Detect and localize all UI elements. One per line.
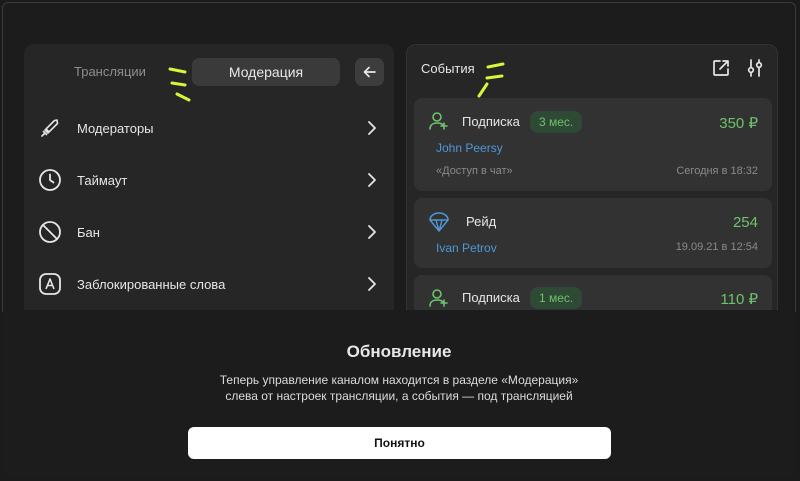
event-amount: 110 ₽ xyxy=(720,291,758,308)
dialog-title: Обновление xyxy=(346,342,452,361)
menu-item-blocked-words[interactable]: Заблокированные слова xyxy=(24,258,394,310)
update-dialog: Обновление Теперь управление каналом нах… xyxy=(2,312,796,477)
menu-item-label: Заблокированные слова xyxy=(77,276,226,292)
event-time: 19.09.21 в 12:54 xyxy=(675,241,758,253)
chevron-right-icon xyxy=(368,225,376,239)
subscription-months-badge: 1 мес. xyxy=(530,287,583,309)
event-time: Сегодня в 18:32 xyxy=(676,165,758,177)
dialog-message: Теперь управление каналом находится в ра… xyxy=(2,372,796,404)
panel-tabs: Трансляции Модерация xyxy=(24,44,394,100)
events-title: События xyxy=(421,61,475,76)
clock-icon xyxy=(39,169,61,191)
event-type: Подписка xyxy=(462,114,520,129)
event-user-link[interactable]: Ivan Petrov xyxy=(436,241,497,255)
menu-item-moderators[interactable]: Модераторы xyxy=(24,102,394,154)
user-plus-icon xyxy=(429,112,448,130)
parachute-icon xyxy=(429,212,449,232)
events-panel: События Подписка 3 мес. 350 ₽ John Peers… xyxy=(406,44,778,310)
user-plus-icon xyxy=(429,289,448,307)
letter-a-box-icon xyxy=(39,273,61,295)
highlight-strokes-moderation xyxy=(168,67,191,102)
tab-moderation[interactable]: Модерация xyxy=(192,58,340,86)
menu-item-label: Модераторы xyxy=(77,120,154,136)
sliders-icon[interactable] xyxy=(745,58,765,78)
ban-icon xyxy=(39,221,61,243)
event-card[interactable]: Подписка 3 мес. 350 ₽ John Peersy «Досту… xyxy=(414,98,772,191)
event-amount: 350 ₽ xyxy=(719,115,758,132)
got-it-button[interactable]: Понятно xyxy=(188,427,611,459)
menu-item-label: Бан xyxy=(77,224,100,240)
sword-icon xyxy=(41,119,59,137)
external-link-icon[interactable] xyxy=(711,58,731,78)
event-note: «Доступ в чат» xyxy=(436,165,513,177)
dialog-message-line: Теперь управление каналом находится в ра… xyxy=(219,373,579,387)
chevron-right-icon xyxy=(368,121,376,135)
menu-item-timeout[interactable]: Таймаут xyxy=(24,154,394,206)
event-type: Подписка xyxy=(462,290,520,305)
dialog-message-line: слева от настроек трансляции, а события … xyxy=(225,389,573,403)
event-type: Рейд xyxy=(466,214,497,229)
chevron-right-icon xyxy=(368,277,376,291)
subscription-months-badge: 3 мес. xyxy=(530,111,583,133)
tab-streams[interactable]: Трансляции xyxy=(74,64,146,79)
chevron-right-icon xyxy=(368,173,376,187)
highlight-strokes-events xyxy=(477,62,505,98)
menu-item-label: Таймаут xyxy=(77,172,128,188)
event-card[interactable]: Рейд 254 Ivan Petrov 19.09.21 в 12:54 xyxy=(414,198,772,268)
event-amount: 254 xyxy=(732,214,758,231)
menu-item-ban[interactable]: Бан xyxy=(24,206,394,258)
arrow-left-icon xyxy=(363,66,376,78)
moderation-panel: Трансляции Модерация Модераторы Таймаут xyxy=(24,44,394,310)
event-card[interactable]: Подписка 1 мес. 110 ₽ xyxy=(414,275,772,310)
back-button[interactable] xyxy=(355,58,384,86)
event-user-link[interactable]: John Peersy xyxy=(436,141,503,155)
